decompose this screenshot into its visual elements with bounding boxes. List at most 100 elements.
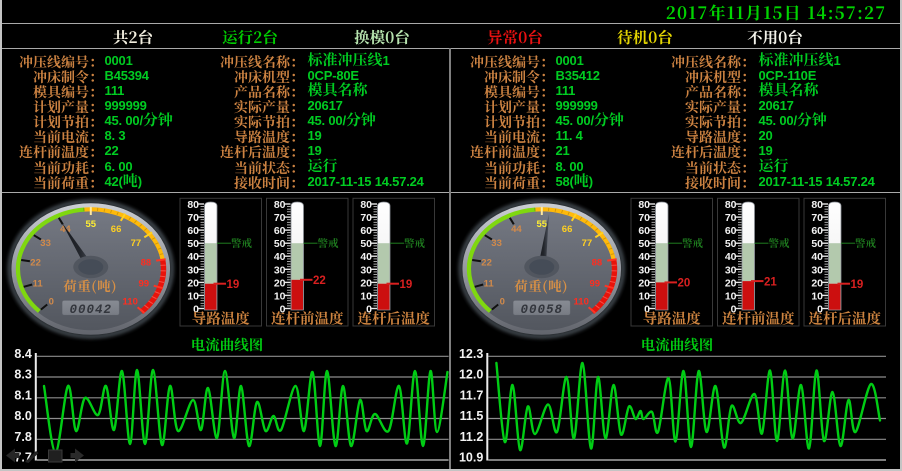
svg-text:70: 70 <box>638 212 650 224</box>
svg-text:连杆后温度: 连杆后温度 <box>358 308 431 329</box>
svg-text:电流曲线图: 电流曲线图 <box>191 334 264 355</box>
svg-text:50: 50 <box>811 238 823 250</box>
svg-text:70: 70 <box>811 212 823 224</box>
svg-text:0: 0 <box>49 297 54 308</box>
svg-text:10: 10 <box>274 290 286 302</box>
svg-text:50: 50 <box>725 238 737 250</box>
svg-text:10: 10 <box>187 290 199 302</box>
svg-text:11: 11 <box>484 279 495 290</box>
svg-text:40: 40 <box>274 251 286 263</box>
svg-text:20: 20 <box>360 277 372 289</box>
svg-text:22: 22 <box>30 257 41 268</box>
svg-text:110: 110 <box>123 297 138 308</box>
svg-text:00058: 00058 <box>521 303 564 317</box>
svg-text:40: 40 <box>725 251 737 263</box>
svg-text:20: 20 <box>678 278 691 290</box>
svg-text:10: 10 <box>360 290 372 302</box>
svg-text:0: 0 <box>500 297 505 308</box>
svg-text:80: 80 <box>638 199 650 211</box>
svg-text:荷重(吨): 荷重(吨) <box>63 275 117 295</box>
svg-text:44: 44 <box>511 224 522 235</box>
svg-text:11: 11 <box>33 279 44 290</box>
svg-text:10: 10 <box>638 290 650 302</box>
svg-text:70: 70 <box>274 212 286 224</box>
svg-text:80: 80 <box>187 199 199 211</box>
svg-text:33: 33 <box>491 238 502 249</box>
svg-text:连杆后温度: 连杆后温度 <box>809 308 882 329</box>
svg-text:40: 40 <box>638 251 650 263</box>
svg-text:50: 50 <box>360 238 372 250</box>
svg-text:19: 19 <box>851 279 864 291</box>
svg-text:88: 88 <box>141 257 152 268</box>
svg-text:99: 99 <box>139 279 150 290</box>
svg-text:50: 50 <box>638 238 650 250</box>
svg-text:20: 20 <box>811 277 823 289</box>
svg-text:20: 20 <box>274 277 286 289</box>
svg-text:40: 40 <box>187 251 199 263</box>
svg-text:21: 21 <box>764 276 777 288</box>
svg-text:66: 66 <box>562 224 573 235</box>
svg-text:33: 33 <box>40 238 51 249</box>
svg-text:8.4: 8.4 <box>14 347 31 361</box>
svg-text:19: 19 <box>227 279 240 291</box>
svg-text:70: 70 <box>187 212 199 224</box>
svg-text:22: 22 <box>481 257 492 268</box>
svg-text:8.0: 8.0 <box>14 409 31 423</box>
svg-text:连杆前温度: 连杆前温度 <box>722 308 795 329</box>
svg-text:导路温度: 导路温度 <box>643 308 701 329</box>
svg-text:99: 99 <box>590 279 601 290</box>
svg-text:警戒: 警戒 <box>855 236 876 251</box>
svg-text:19: 19 <box>400 279 413 291</box>
svg-text:11.5: 11.5 <box>460 409 484 423</box>
svg-text:20: 20 <box>725 277 737 289</box>
svg-text:11.2: 11.2 <box>460 430 484 444</box>
svg-text:30: 30 <box>360 264 372 276</box>
svg-text:50: 50 <box>274 238 286 250</box>
svg-text:110: 110 <box>574 297 589 308</box>
svg-text:11.7: 11.7 <box>460 388 484 402</box>
svg-text:20: 20 <box>638 277 650 289</box>
svg-text:8.1: 8.1 <box>14 388 31 402</box>
svg-text:警戒: 警戒 <box>769 236 790 251</box>
svg-text:12.3: 12.3 <box>459 347 483 361</box>
svg-text:警戒: 警戒 <box>682 236 703 251</box>
svg-text:60: 60 <box>187 225 199 237</box>
svg-text:40: 40 <box>360 251 372 263</box>
svg-text:8.3: 8.3 <box>14 368 31 382</box>
svg-text:80: 80 <box>274 199 286 211</box>
svg-text:80: 80 <box>811 199 823 211</box>
svg-text:30: 30 <box>274 264 286 276</box>
svg-text:40: 40 <box>811 251 823 263</box>
svg-text:30: 30 <box>811 264 823 276</box>
svg-text:30: 30 <box>187 264 199 276</box>
svg-text:55: 55 <box>86 219 97 230</box>
svg-text:60: 60 <box>725 225 737 237</box>
svg-text:荷重(吨): 荷重(吨) <box>514 275 568 295</box>
svg-text:10.9: 10.9 <box>459 451 483 465</box>
svg-text:警戒: 警戒 <box>404 236 425 251</box>
svg-text:77: 77 <box>131 238 142 249</box>
svg-text:50: 50 <box>187 238 199 250</box>
svg-text:30: 30 <box>725 264 737 276</box>
svg-text:88: 88 <box>592 257 603 268</box>
svg-text:60: 60 <box>274 225 286 237</box>
svg-text:00042: 00042 <box>70 303 113 317</box>
svg-text:66: 66 <box>111 224 122 235</box>
svg-text:10: 10 <box>811 290 823 302</box>
svg-text:10: 10 <box>725 290 737 302</box>
svg-text:导路温度: 导路温度 <box>192 308 250 329</box>
svg-text:20: 20 <box>187 277 199 289</box>
svg-text:30: 30 <box>638 264 650 276</box>
svg-text:22: 22 <box>313 275 326 287</box>
svg-text:80: 80 <box>725 199 737 211</box>
svg-text:60: 60 <box>638 225 650 237</box>
svg-text:12.0: 12.0 <box>459 368 483 382</box>
svg-text:电流曲线图: 电流曲线图 <box>641 334 714 355</box>
svg-text:70: 70 <box>725 212 737 224</box>
svg-text:7.8: 7.8 <box>14 430 31 444</box>
svg-text:警戒: 警戒 <box>318 236 339 251</box>
svg-text:连杆前温度: 连杆前温度 <box>271 308 344 329</box>
svg-text:80: 80 <box>360 199 372 211</box>
svg-text:60: 60 <box>811 225 823 237</box>
svg-text:警戒: 警戒 <box>231 236 252 251</box>
